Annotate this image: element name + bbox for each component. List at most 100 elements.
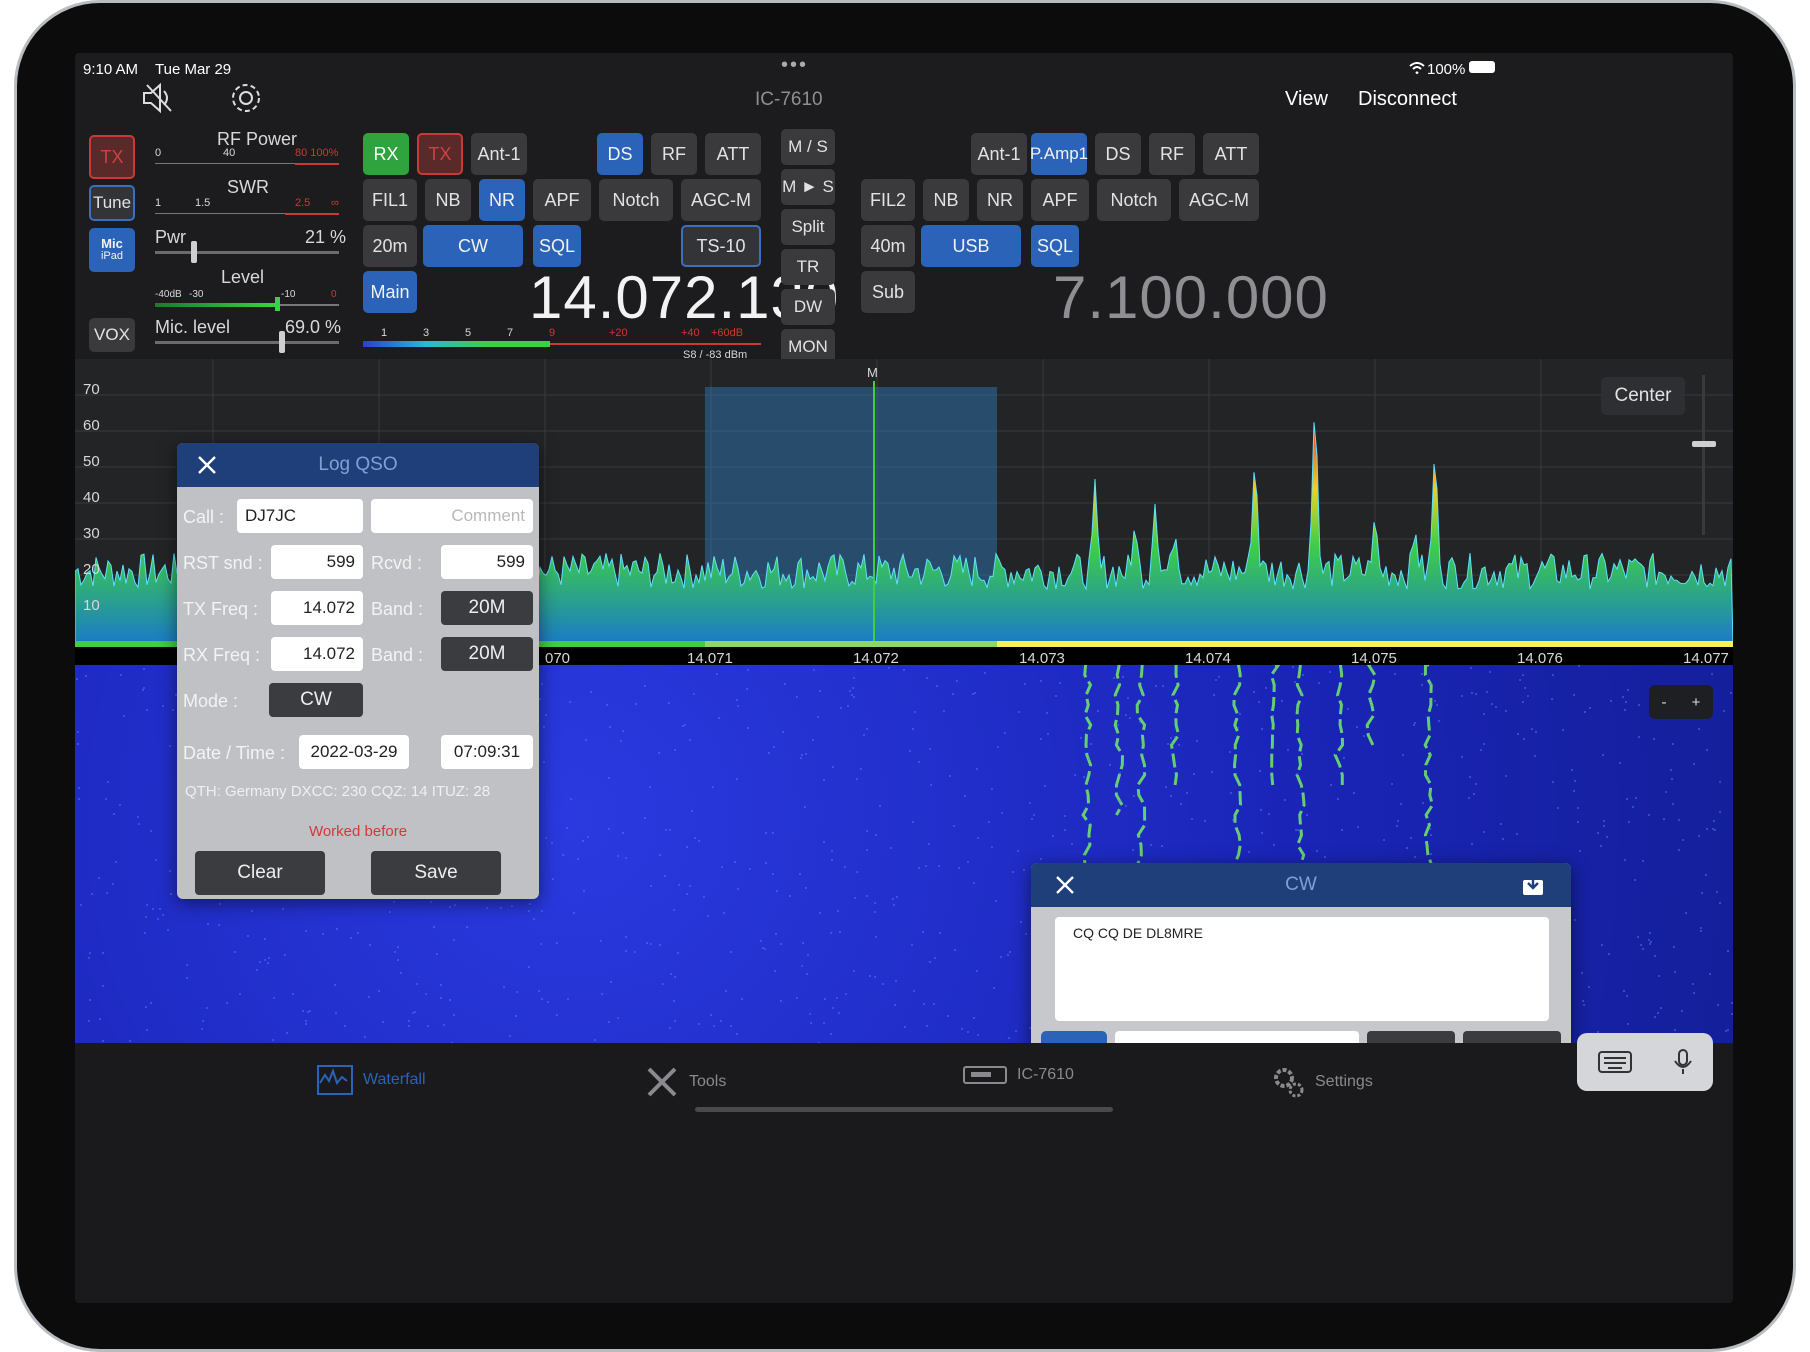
sub-notch-button[interactable]: Notch — [1097, 179, 1171, 221]
swr-tick: ∞ — [331, 197, 339, 209]
keyboard-icon[interactable] — [1597, 1051, 1632, 1073]
rx-button[interactable]: RX — [363, 133, 409, 175]
main-button[interactable]: Main — [363, 271, 417, 313]
zoom-out-button[interactable]: - — [1662, 694, 1667, 711]
view-button[interactable]: View — [1285, 88, 1328, 111]
main-att-button[interactable]: ATT — [705, 133, 761, 175]
main-tx-button[interactable]: TX — [417, 133, 463, 175]
sub-fil-button[interactable]: FIL2 — [861, 179, 915, 221]
sub-rf-button[interactable]: RF — [1149, 133, 1195, 175]
sub-button[interactable]: Sub — [861, 271, 915, 313]
waterfall-signal-trace — [1333, 665, 1345, 785]
main-band-button[interactable]: 20m — [363, 225, 417, 267]
microphone-icon[interactable] — [1673, 1049, 1693, 1075]
status-bar: 9:10 AM Tue Mar 29 ••• 100% — [75, 53, 1733, 83]
sub-att-button[interactable]: ATT — [1203, 133, 1259, 175]
close-icon[interactable] — [197, 455, 217, 475]
pwr-value: 21 % — [305, 227, 347, 247]
rcvd-field[interactable]: 599 — [441, 545, 533, 579]
ref-level-slider-thumb[interactable] — [1692, 441, 1716, 447]
level-tick: -10 — [281, 289, 296, 300]
sub-apf-button[interactable]: APF — [1031, 179, 1089, 221]
tr-button[interactable]: TR — [781, 249, 835, 285]
y-tick: 60 — [83, 417, 100, 434]
close-icon[interactable] — [1055, 875, 1075, 895]
gears-icon — [1274, 1068, 1304, 1098]
sub-nb-button[interactable]: NB — [923, 179, 969, 221]
tune-button[interactable]: Tune — [89, 185, 135, 221]
mic-source-button[interactable]: Mic iPad — [89, 228, 135, 272]
main-fil-button[interactable]: FIL1 — [363, 179, 417, 221]
center-button[interactable]: Center — [1601, 377, 1685, 415]
tx-band-select[interactable]: 20M — [441, 591, 533, 625]
main-agc-button[interactable]: AGC-M — [681, 179, 761, 221]
main-rf-button[interactable]: RF — [651, 133, 697, 175]
waterfall-signal-trace — [1169, 665, 1181, 786]
cw-text-area[interactable]: CQ CQ DE DL8MRE — [1055, 917, 1549, 1021]
tx-freq-field[interactable]: 14.072 — [271, 591, 363, 625]
pwr-slider-thumb[interactable] — [190, 241, 197, 263]
tx-band-label: Band : — [371, 599, 424, 619]
tab-tools[interactable]: Tools — [645, 1065, 726, 1099]
sub-ds-button[interactable]: DS — [1095, 133, 1141, 175]
date-field[interactable]: 2022-03-29 — [299, 735, 409, 769]
main-ds-button[interactable]: DS — [597, 133, 643, 175]
zoom-control[interactable]: - + — [1649, 685, 1713, 719]
call-field[interactable]: DJ7JC — [237, 499, 363, 533]
rst-field[interactable]: 599 — [271, 545, 363, 579]
sub-sql-button[interactable]: SQL — [1031, 225, 1079, 267]
main-sql-button[interactable]: SQL — [533, 225, 581, 267]
multitask-dots-icon[interactable]: ••• — [781, 54, 808, 77]
tab-waterfall[interactable]: Waterfall — [317, 1065, 426, 1095]
zoom-in-button[interactable]: + — [1692, 694, 1701, 711]
pwr-slider[interactable] — [155, 241, 339, 263]
swr-tick: 1 — [155, 197, 162, 209]
home-indicator — [695, 1107, 1113, 1112]
sub-nr-button[interactable]: NR — [977, 179, 1023, 221]
ref-level-slider[interactable] — [1702, 375, 1705, 535]
sub-agc-button[interactable]: AGC-M — [1179, 179, 1259, 221]
disconnect-button[interactable]: Disconnect — [1358, 88, 1457, 111]
time-field[interactable]: 07:09:31 — [441, 735, 533, 769]
clear-button[interactable]: Clear — [195, 851, 325, 895]
mic-level-slider[interactable] — [155, 331, 339, 353]
sub-mode-button[interactable]: USB — [921, 225, 1021, 267]
datetime-label: Date / Time : — [183, 743, 286, 763]
y-tick: 70 — [83, 381, 100, 398]
main-notch-button[interactable]: Notch — [599, 179, 673, 221]
save-button[interactable]: Save — [371, 851, 501, 895]
mic-sub-label: iPad — [100, 250, 124, 262]
main-apf-button[interactable]: APF — [533, 179, 591, 221]
split-button[interactable]: Split — [781, 209, 835, 245]
download-icon[interactable] — [1521, 871, 1545, 897]
dw-button[interactable]: DW — [781, 289, 835, 325]
main-nr-button[interactable]: NR — [479, 179, 525, 221]
tab-settings[interactable]: Settings — [1271, 1065, 1373, 1099]
rx-freq-label: RX Freq : — [183, 645, 261, 665]
main-nb-button[interactable]: NB — [425, 179, 471, 221]
marker-label: M — [867, 365, 878, 380]
main-mode-button[interactable]: CW — [423, 225, 523, 267]
rx-freq-field[interactable]: 14.072 — [271, 637, 363, 671]
main-ant-button[interactable]: Ant-1 — [471, 133, 527, 175]
mic-level-slider-thumb[interactable] — [278, 331, 285, 353]
page-title: IC-7610 — [755, 89, 823, 110]
tx-button[interactable]: TX — [89, 135, 135, 179]
sub-frequency[interactable]: 7.100.000 — [1053, 263, 1329, 332]
comment-field[interactable]: Comment — [371, 499, 533, 533]
rx-band-select[interactable]: 20M — [441, 637, 533, 671]
sub-ant-button[interactable]: Ant-1 — [971, 133, 1027, 175]
sub-preamp-button[interactable]: P.Amp1 — [1030, 133, 1088, 175]
y-tick: 30 — [83, 525, 100, 542]
ms-button[interactable]: M / S — [781, 129, 835, 165]
log-qso-header: Log QSO — [177, 443, 539, 487]
mode-select[interactable]: CW — [269, 683, 363, 717]
gear-icon[interactable] — [229, 81, 263, 115]
speaker-off-icon[interactable] — [141, 81, 175, 115]
tuning-step-button[interactable]: TS-10 — [681, 225, 761, 267]
sub-band-button[interactable]: 40m — [861, 225, 915, 267]
m-to-s-button[interactable]: M ► S — [781, 169, 835, 205]
vox-button[interactable]: VOX — [89, 318, 135, 352]
tab-ic7610[interactable]: IC-7610 — [963, 1065, 1074, 1085]
cw-header: CW — [1031, 863, 1571, 907]
